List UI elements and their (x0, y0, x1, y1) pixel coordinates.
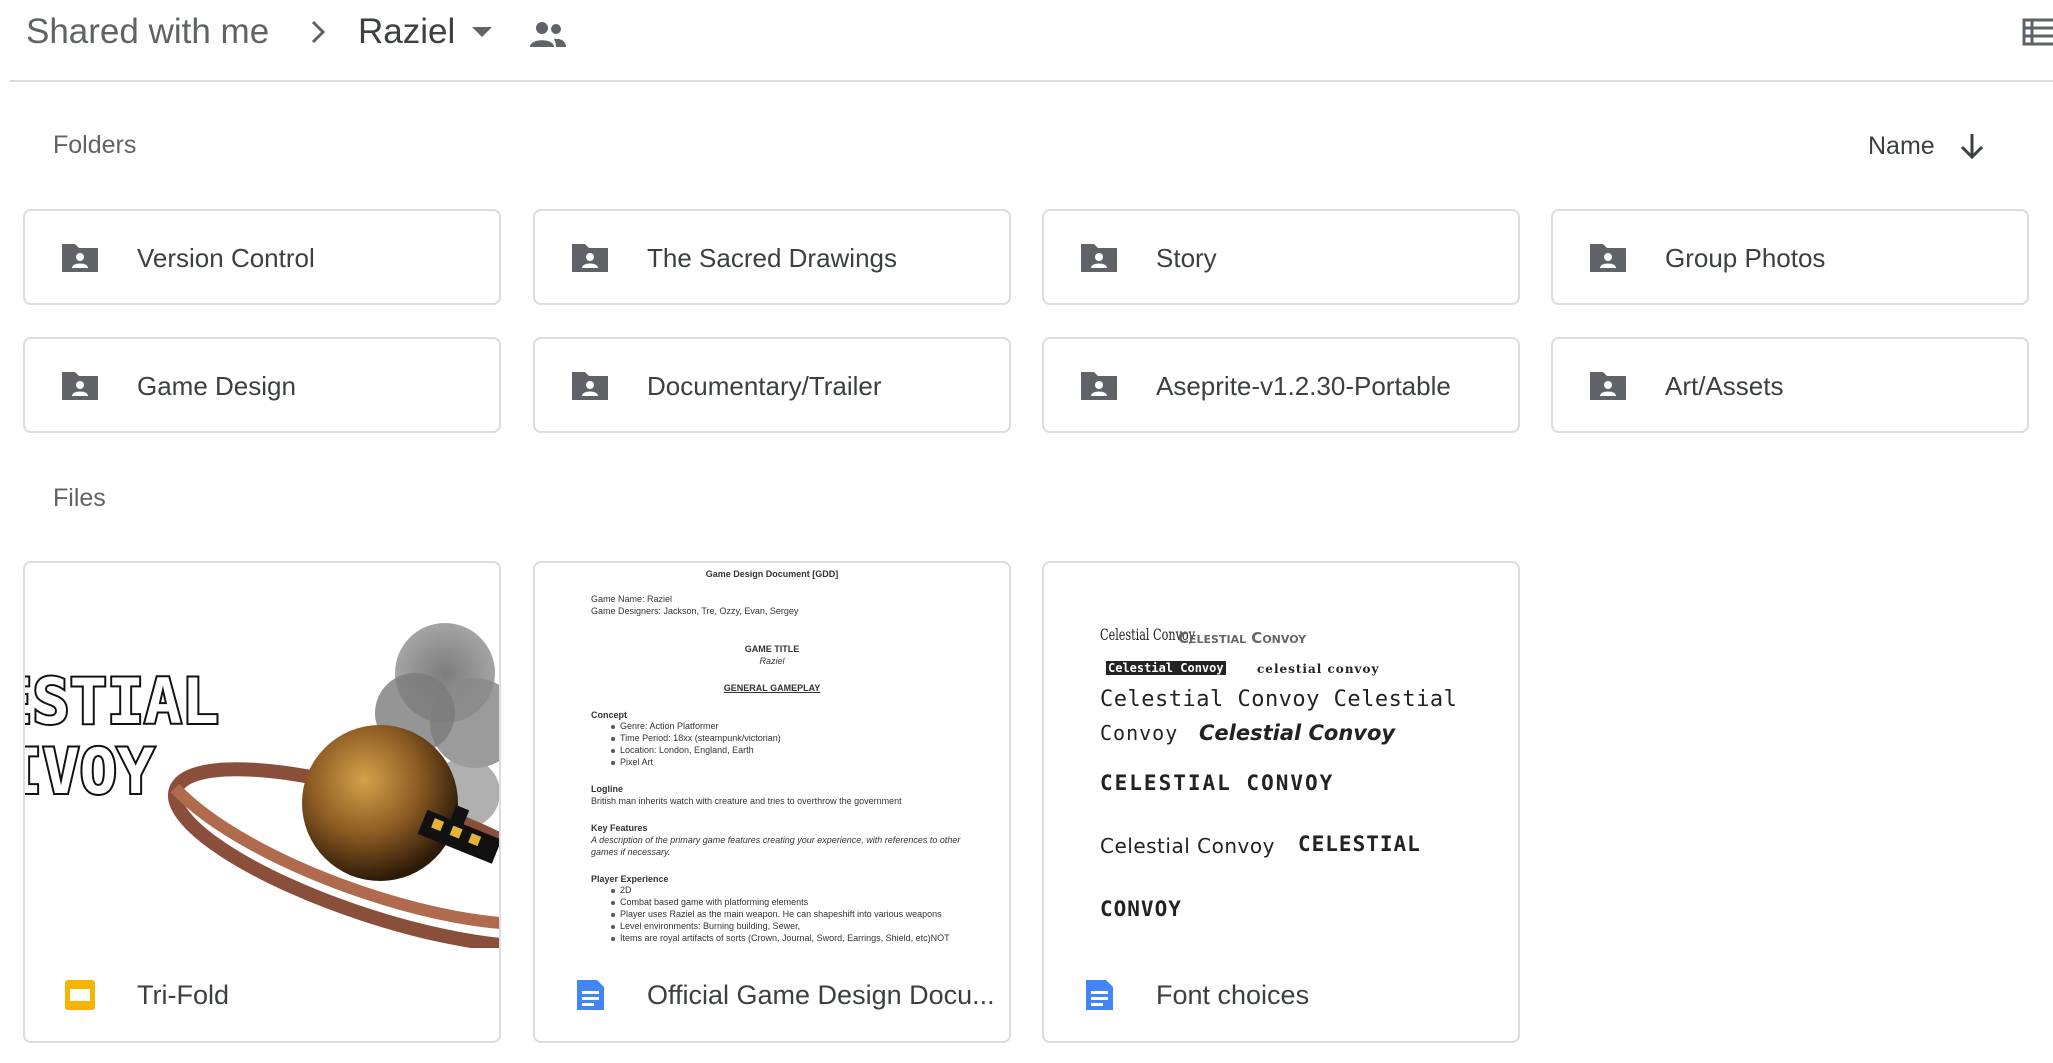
doc-concept-item: Pixel Art (620, 757, 654, 767)
doc-player-experience-heading: Player Experience (591, 874, 669, 884)
doc-logline-text: British man inherits watch with creature… (591, 796, 902, 806)
font-sample: CELESTIAL (1298, 832, 1421, 856)
logo-text-line-2: IVOY (25, 735, 155, 808)
font-sample: CONVOY (1100, 897, 1182, 921)
chevron-right-icon (311, 20, 326, 44)
shared-folder-icon (572, 244, 608, 272)
folder-name: Art/Assets (1665, 371, 1784, 401)
doc-designers: Game Designers: Jackson, Tre, Ozzy, Evan… (591, 606, 799, 616)
files-section-label: Files (53, 484, 106, 512)
shared-folder-icon (1081, 244, 1117, 272)
doc-game-title: GAME TITLE (744, 644, 800, 654)
folder-name: Aseprite-v1.2.30-Portable (1156, 371, 1451, 401)
folder-game-design[interactable]: Game Design (23, 337, 501, 433)
doc-concept-item: Location: London, England, Earth (620, 745, 754, 755)
docs-icon (577, 980, 604, 1010)
shared-folder-icon (62, 244, 98, 272)
file-thumbnail: ESTIAL IVOY (25, 563, 499, 948)
doc-concept-item: Genre: Action Platformer (620, 721, 719, 731)
doc-game-name: Game Name: Raziel (591, 594, 673, 604)
slides-icon (65, 980, 95, 1010)
file-official-game-design-document[interactable]: Game Design Document [GDD] Game Name: Ra… (533, 561, 1011, 1043)
doc-key-features-text: A description of the primary game featur… (591, 835, 961, 845)
folder-story[interactable]: Story (1042, 209, 1520, 305)
folder-name: Documentary/Trailer (647, 371, 882, 401)
file-thumbnail: Game Design Document [GDD] Game Name: Ra… (535, 563, 1009, 948)
font-sample: Convoy (1100, 721, 1179, 745)
caret-down-icon[interactable] (470, 24, 494, 40)
sort-label: Name (1868, 131, 1935, 160)
file-name: Tri-Fold (137, 980, 229, 1010)
doc-concept-item: Time Period: 18xx (steampunk/victorian) (620, 733, 781, 743)
shared-folder-icon (572, 372, 608, 400)
folder-name: The Sacred Drawings (647, 243, 897, 273)
sort-by-name-button[interactable]: Name (1868, 128, 1987, 164)
file-footer: Tri-Fold (25, 948, 499, 1041)
list-view-icon[interactable] (2022, 16, 2053, 48)
folder-name: Version Control (137, 243, 315, 273)
folders-section-label: Folders (53, 131, 137, 159)
font-sample: Celestial Convoy (1100, 834, 1275, 858)
folder-version-control[interactable]: Version Control (23, 209, 501, 305)
shared-folder-icon (1590, 244, 1626, 272)
file-font-choices[interactable]: Celestial Convoy Celestial Convoy Celest… (1042, 561, 1520, 1043)
doc-player-item: Items are royal artifacts of sorts (Crow… (620, 933, 950, 943)
breadcrumb-current-folder[interactable]: Raziel (358, 8, 455, 56)
shared-folder-icon (1590, 372, 1626, 400)
doc-concept-heading: Concept (591, 710, 627, 720)
tri-fold-preview-image: ESTIAL IVOY (25, 623, 499, 948)
font-sample: Celestial Convoy Celestial (1100, 687, 1458, 712)
file-name: Official Game Design Docu... (647, 980, 995, 1010)
file-tri-fold[interactable]: ESTIAL IVOY Tri-Fold (23, 561, 501, 1043)
folder-name: Group Photos (1665, 243, 1826, 273)
doc-title: Game Design Document [GDD] (705, 569, 839, 579)
folder-name: Story (1156, 243, 1217, 273)
folder-name: Game Design (137, 371, 296, 401)
header-divider (10, 80, 2053, 82)
top-bar: Shared with me Raziel (0, 0, 2053, 80)
folder-aseprite[interactable]: Aseprite-v1.2.30-Portable (1042, 337, 1520, 433)
font-sample: CELESTIAL CONVOY (1100, 771, 1335, 795)
doc-key-features-heading: Key Features (591, 823, 648, 833)
file-name: Font choices (1156, 980, 1310, 1010)
folder-the-sacred-drawings[interactable]: The Sacred Drawings (533, 209, 1011, 305)
font-sample: Celestial Convoy (1178, 629, 1307, 647)
document-preview: Game Design Document [GDD] Game Name: Ra… (535, 563, 1009, 948)
file-footer: Font choices (1044, 948, 1518, 1041)
doc-gameplay-heading: GENERAL GAMEPLAY (723, 683, 821, 693)
docs-icon (1086, 980, 1113, 1010)
folder-art-assets[interactable]: Art/Assets (1551, 337, 2029, 433)
doc-player-item: Combat based game with platforming eleme… (620, 897, 809, 907)
shared-folder-icon (1081, 372, 1117, 400)
logo-text-line-1: ESTIAL (25, 665, 219, 738)
breadcrumb-shared-with-me[interactable]: Shared with me (26, 8, 269, 56)
doc-game-title-sub: Raziel (759, 656, 785, 666)
doc-key-features-text: games if necessary. (591, 847, 671, 857)
font-sample: celestial convoy (1257, 662, 1380, 676)
doc-logline-heading: Logline (591, 784, 623, 794)
doc-player-item: Level environments: Burning building, Se… (620, 921, 801, 931)
file-footer: Official Game Design Docu... (535, 948, 1009, 1041)
doc-player-item: 2D (620, 885, 632, 895)
file-thumbnail: Celestial Convoy Celestial Convoy Celest… (1044, 563, 1518, 948)
font-sample: Celestial Convoy (1106, 661, 1226, 675)
folder-documentary-trailer[interactable]: Documentary/Trailer (533, 337, 1011, 433)
people-icon[interactable] (528, 20, 568, 50)
arrow-down-icon (1960, 134, 1983, 160)
folder-group-photos[interactable]: Group Photos (1551, 209, 2029, 305)
font-sample: Celestial Convoy (1199, 721, 1396, 745)
doc-player-item: Player uses Raziel as the main weapon. H… (620, 909, 942, 919)
shared-folder-icon (62, 372, 98, 400)
